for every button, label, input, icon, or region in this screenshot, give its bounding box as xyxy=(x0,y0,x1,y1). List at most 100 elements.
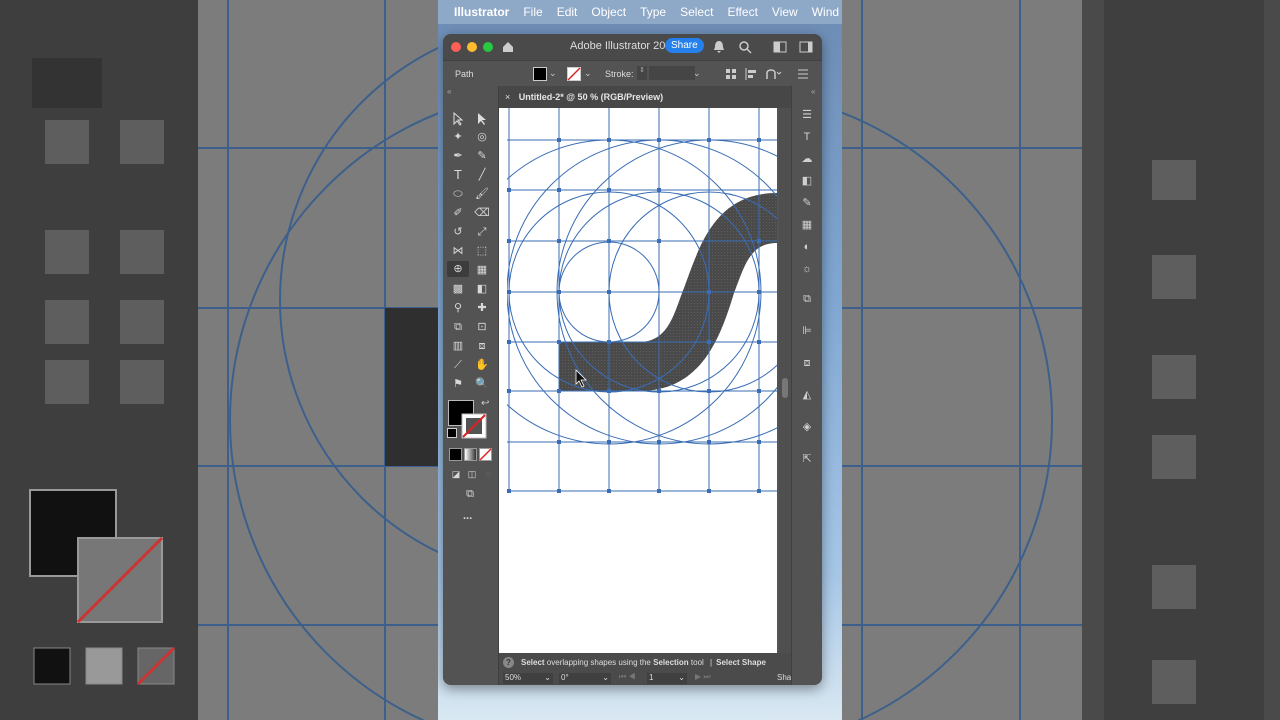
shape-builder-tool-icon[interactable]: ⊕ xyxy=(447,261,469,277)
artboard-nav-prev[interactable]: ⏮ ◀ xyxy=(619,672,636,682)
stroke-dropdown-icon[interactable]: ⌄ xyxy=(584,68,592,79)
menu-type[interactable]: Type xyxy=(640,5,666,19)
export-icon[interactable]: ⇱ xyxy=(800,452,814,466)
more-tools-button[interactable]: ... xyxy=(463,510,472,522)
vertical-scrollbar[interactable] xyxy=(779,108,791,653)
fill-swatch[interactable] xyxy=(533,67,547,81)
draw-inside-icon[interactable]: ◌ xyxy=(479,466,497,482)
stroke-weight-dropdown-icon[interactable]: ⌄ xyxy=(693,68,701,79)
symbol-sprayer-icon[interactable]: ⊡ xyxy=(473,319,491,335)
screen-mode-icon[interactable]: ⧉ xyxy=(461,486,479,502)
zoom-window-button[interactable] xyxy=(483,42,493,52)
shape-builder-icon[interactable] xyxy=(765,68,783,80)
mesh-tool-icon[interactable]: ▩ xyxy=(449,281,467,297)
artwork[interactable] xyxy=(499,108,777,653)
line-tool-icon[interactable]: ╱ xyxy=(473,167,491,183)
scale-tool-icon[interactable]: ⤢ xyxy=(473,224,491,240)
artboard-number-select[interactable]: 1 ⌄ xyxy=(647,673,687,684)
layers-icon[interactable]: ◈ xyxy=(800,420,814,434)
selection-tool-icon[interactable] xyxy=(451,112,465,126)
status-right-label: Sha xyxy=(777,673,792,682)
direct-selection-tool-icon[interactable] xyxy=(475,112,489,126)
bell-icon[interactable] xyxy=(713,40,725,54)
menu-bar: Illustrator File Edit Object Type Select… xyxy=(438,0,842,24)
title-bar: Adobe Illustrator 202 Share xyxy=(443,34,822,60)
collapse-dock-icon[interactable]: « xyxy=(811,87,815,96)
magic-wand-icon[interactable]: ✦ xyxy=(449,129,467,145)
background-left-art xyxy=(0,0,438,720)
artboard-nav-next[interactable]: ▶ ⏭ xyxy=(695,672,711,682)
properties-icon[interactable]: ☰ xyxy=(800,108,814,122)
stroke-swatch[interactable] xyxy=(567,67,581,81)
artboard-tool-icon[interactable]: ⧈ xyxy=(473,338,491,354)
graph-tool-icon[interactable]: ▥ xyxy=(449,338,467,354)
free-transform-icon[interactable]: ⬚ xyxy=(473,243,491,259)
zoom-tool-icon[interactable]: 🔍 xyxy=(473,376,491,392)
color-mode-icon[interactable] xyxy=(449,448,462,461)
curvature-tool-icon[interactable]: ✎ xyxy=(473,148,491,164)
swatches-icon[interactable]: ▦ xyxy=(800,218,814,232)
share-button[interactable]: Share xyxy=(665,38,704,53)
gradient-mode-icon[interactable] xyxy=(464,448,477,461)
menu-select[interactable]: Select xyxy=(680,5,713,19)
menu-view[interactable]: View xyxy=(772,5,798,19)
puppet-warp-icon[interactable]: ⚑ xyxy=(449,376,467,392)
menu-object[interactable]: Object xyxy=(591,5,626,19)
transform-panel-icon[interactable]: ⧉ xyxy=(800,292,814,306)
canvas[interactable] xyxy=(499,108,777,653)
panel-toggle-icon[interactable] xyxy=(799,41,813,53)
gradient-panel-icon[interactable]: ◧ xyxy=(800,174,814,188)
stroke-weight-stepper[interactable]: ⇕ xyxy=(637,66,647,80)
help-icon[interactable]: ? xyxy=(503,657,514,668)
perspective-grid-icon[interactable]: ▦ xyxy=(473,262,491,278)
close-tab-icon[interactable]: × xyxy=(505,92,510,102)
rotate-tool-icon[interactable]: ↺ xyxy=(449,224,467,240)
menu-file[interactable]: File xyxy=(523,5,542,19)
eyedropper-icon[interactable]: ⚲ xyxy=(449,300,467,316)
default-colors-icon[interactable] xyxy=(447,428,457,438)
type-tool-icon[interactable]: T xyxy=(449,167,467,183)
eraser-icon[interactable]: ⌫ xyxy=(473,205,491,221)
menu-lines-icon[interactable] xyxy=(797,68,809,80)
align-icon[interactable] xyxy=(745,68,757,80)
transparency-icon[interactable]: ◭ xyxy=(800,388,814,402)
swap-colors-icon[interactable]: ↩ xyxy=(481,398,489,409)
search-icon[interactable] xyxy=(738,40,752,54)
measure-icon[interactable]: ✚ xyxy=(473,300,491,316)
stroke-weight-input[interactable] xyxy=(649,66,695,80)
stroke-color-box[interactable] xyxy=(461,413,487,439)
home-icon[interactable] xyxy=(501,40,515,54)
width-tool-icon[interactable]: ⋈ xyxy=(449,243,467,259)
slice-tool-icon[interactable]: ⟋ xyxy=(449,357,467,373)
symbols-icon[interactable]: ◐ xyxy=(800,240,814,254)
close-window-button[interactable] xyxy=(451,42,461,52)
scrollbar-thumb[interactable] xyxy=(782,378,788,398)
lasso-icon[interactable]: ◎ xyxy=(473,129,491,145)
menu-edit[interactable]: Edit xyxy=(557,5,578,19)
appearance-icon[interactable]: ☼ xyxy=(800,262,814,276)
pen-tool-icon[interactable]: ✒ xyxy=(449,148,467,164)
transform-icon[interactable] xyxy=(725,68,737,80)
align-panel-icon[interactable]: ⊫ xyxy=(800,324,814,338)
menu-app[interactable]: Illustrator xyxy=(454,5,509,19)
pathfinder-icon[interactable]: ⧈ xyxy=(800,356,814,370)
shaper-tool-icon[interactable]: ✐ xyxy=(449,205,467,221)
rotation-select[interactable]: 0° ⌄ xyxy=(559,673,611,684)
fill-dropdown-icon[interactable]: ⌄ xyxy=(549,68,557,79)
paintbrush-icon[interactable]: 🖌 xyxy=(473,186,491,202)
menu-window[interactable]: Wind xyxy=(812,5,839,19)
character-icon[interactable]: T xyxy=(800,130,814,144)
workspace-icon[interactable] xyxy=(773,41,787,53)
libraries-icon[interactable]: ☁ xyxy=(800,152,814,166)
zoom-select[interactable]: 50% ⌄ xyxy=(503,673,553,684)
blend-tool-icon[interactable]: ⧉ xyxy=(449,319,467,335)
ellipse-tool-icon[interactable]: ⬭ xyxy=(449,186,467,202)
collapse-toolbar-icon[interactable]: « xyxy=(447,87,451,96)
brushes-icon[interactable]: ✎ xyxy=(800,196,814,210)
minimize-window-button[interactable] xyxy=(467,42,477,52)
hand-tool-icon[interactable]: ✋ xyxy=(473,357,491,373)
menu-effect[interactable]: Effect xyxy=(727,5,757,19)
none-mode-icon[interactable] xyxy=(479,448,492,461)
gradient-tool-icon[interactable]: ◧ xyxy=(473,281,491,297)
document-tab[interactable]: × Untitled-2* @ 50 % (RGB/Preview) xyxy=(499,86,791,108)
